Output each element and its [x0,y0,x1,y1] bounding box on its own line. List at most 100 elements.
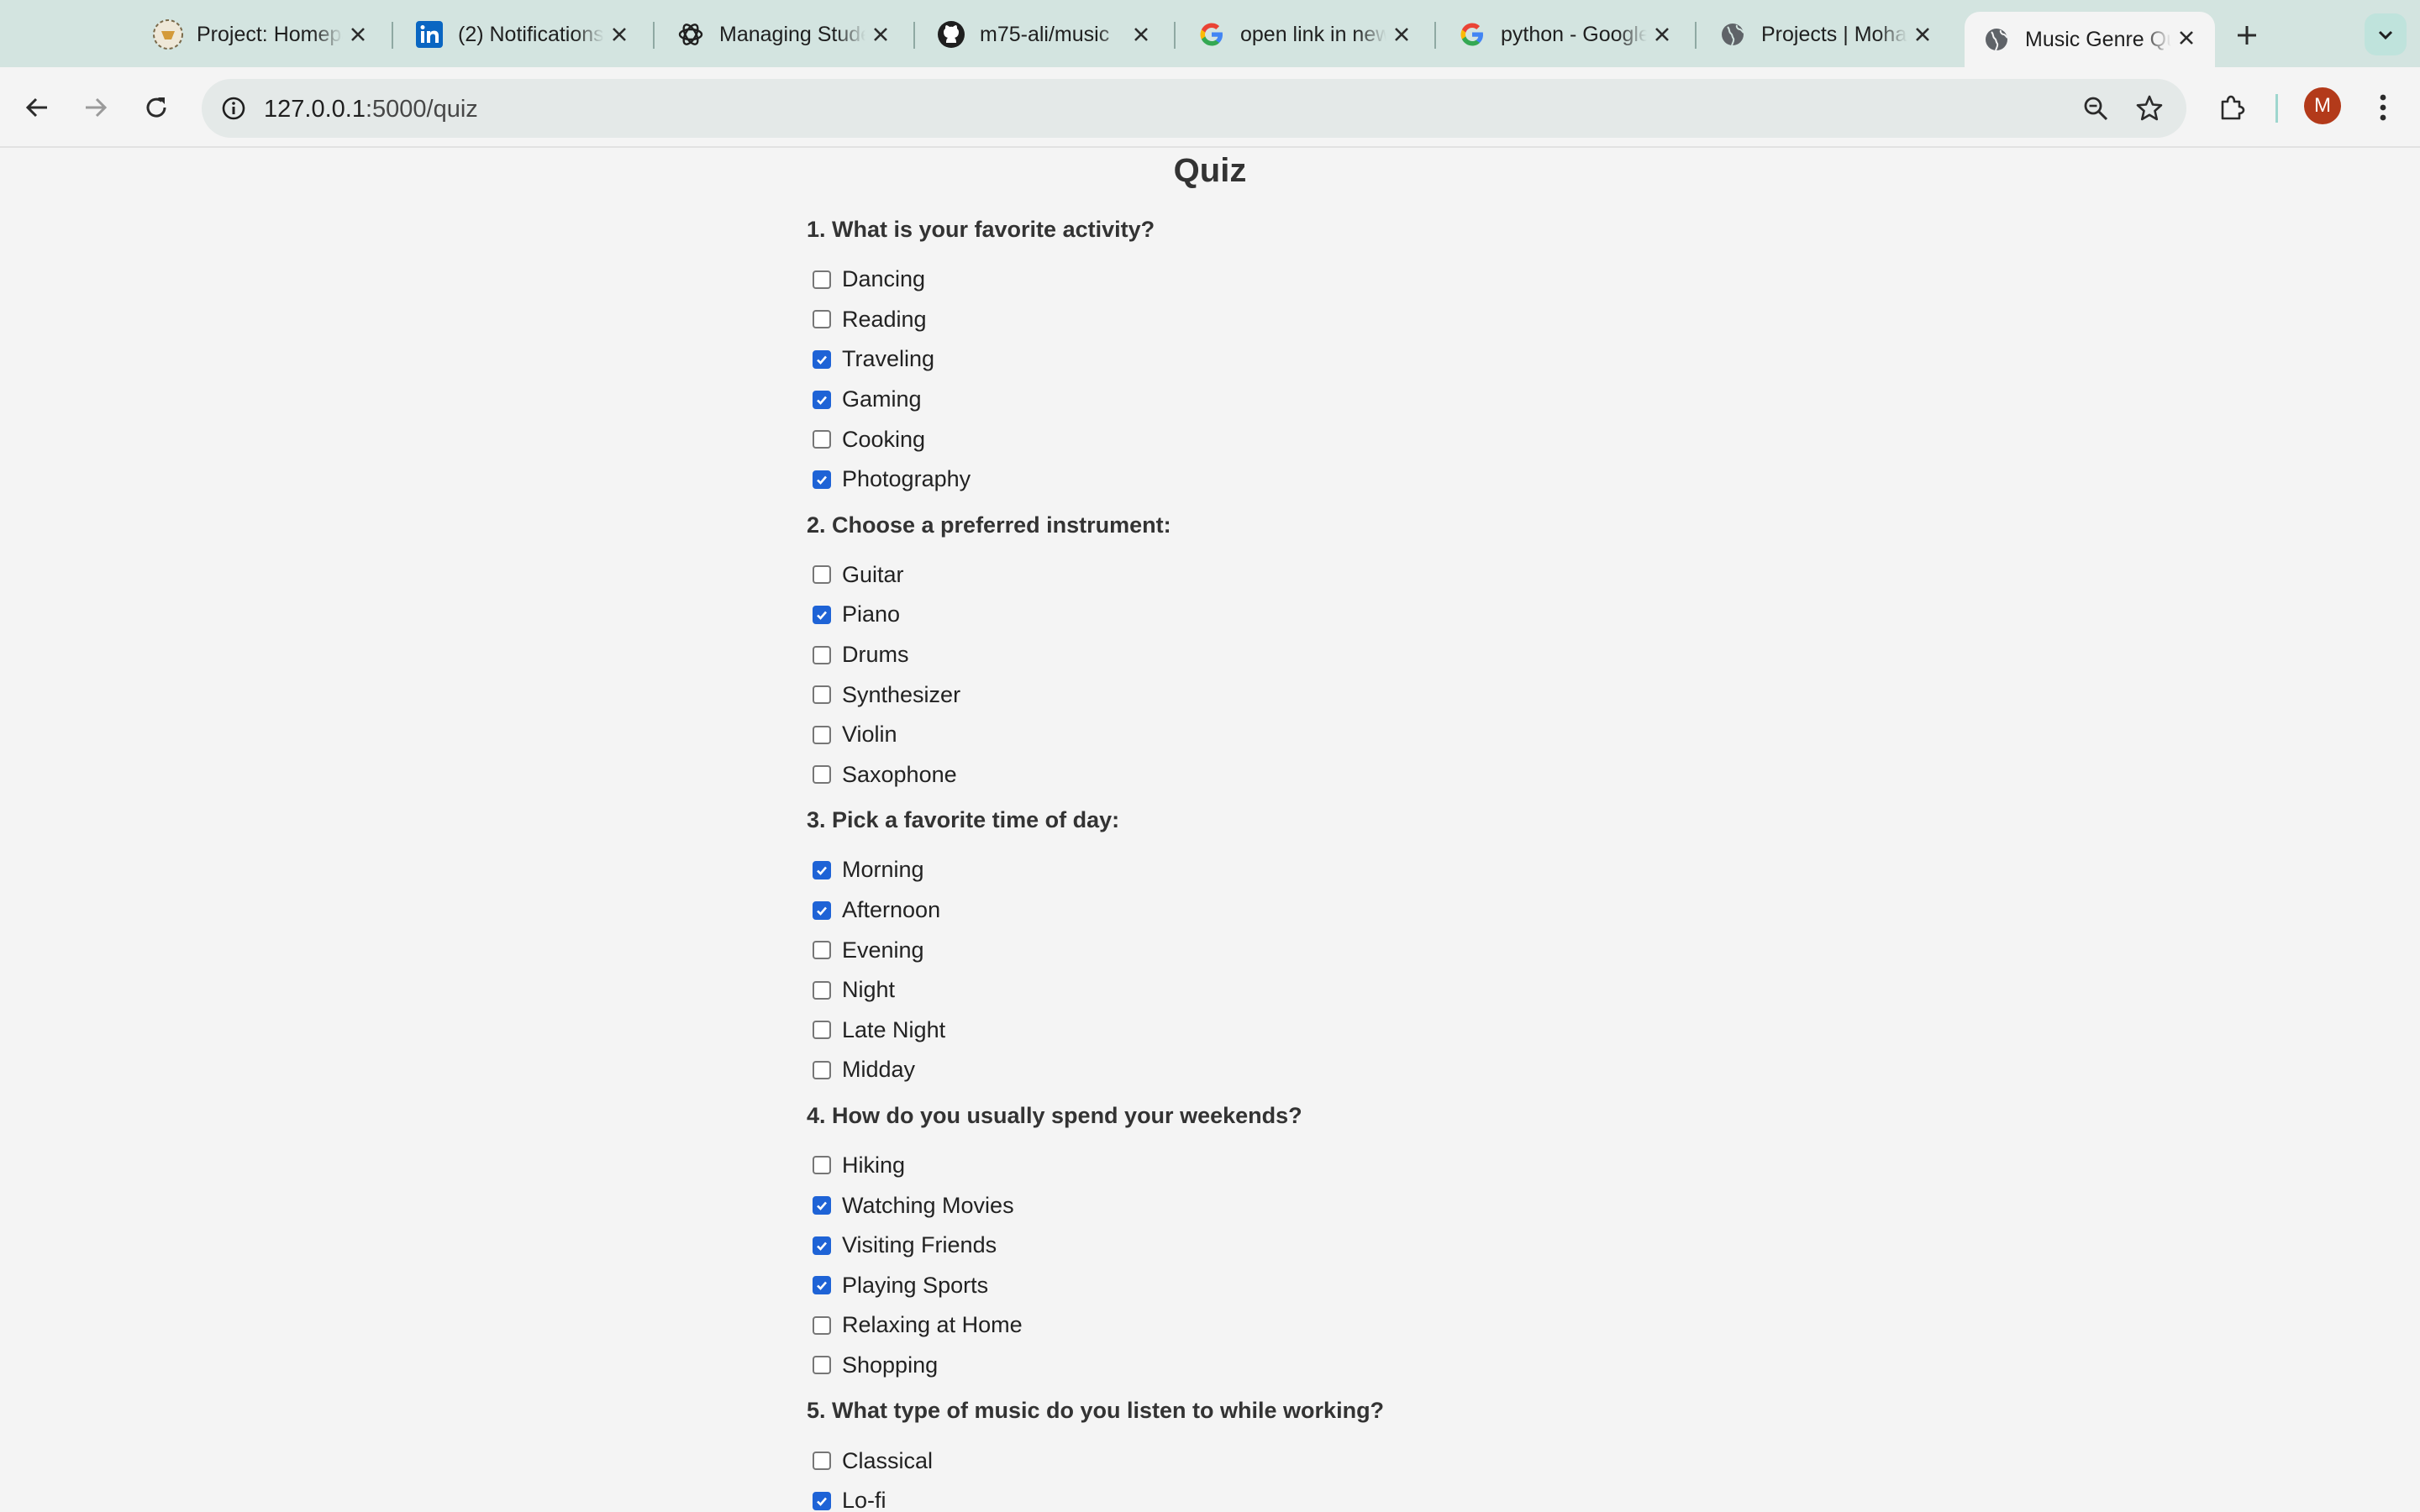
checkbox-checked[interactable] [813,1236,831,1255]
option-row[interactable]: Reading [807,300,1613,340]
checkbox[interactable] [813,270,831,289]
option-row[interactable]: Playing Sports [807,1265,1613,1305]
extensions-button[interactable] [2212,87,2252,128]
option-row[interactable]: Visiting Friends [807,1226,1613,1266]
tab-title: Managing Students [719,22,865,46]
checkbox-checked[interactable] [813,1196,831,1215]
checkbox[interactable] [813,980,831,1000]
back-button[interactable] [17,87,57,128]
option-row[interactable]: Synthesizer [807,675,1613,715]
option-row[interactable]: Morning [807,850,1613,890]
checkbox-checked[interactable] [813,390,831,409]
checkbox[interactable] [813,1021,831,1040]
option-row[interactable]: Afternoon [807,890,1613,931]
checkbox-checked[interactable] [813,470,831,489]
reload-button[interactable] [136,87,176,128]
tab-6[interactable]: python - Google Search [1430,10,1691,59]
option-row[interactable]: Watching Movies [807,1185,1613,1226]
tab-5[interactable]: open link in new tab [1170,10,1430,59]
checkbox[interactable] [813,1156,831,1175]
new-tab-button[interactable] [2228,17,2265,54]
checkmark-icon [817,475,827,485]
browser-menu-button[interactable] [2363,87,2403,128]
close-icon[interactable] [1129,23,1153,46]
close-icon[interactable] [869,23,892,46]
checkbox[interactable] [813,941,831,960]
site-info-button[interactable] [213,88,254,129]
option-row[interactable]: Gaming [807,380,1613,420]
globe-icon [1716,18,1749,51]
option-label: Visiting Friends [842,1232,997,1258]
tab-3[interactable]: Managing Students [649,10,909,59]
tab-2[interactable]: (2) Notifications [387,10,648,59]
option-row[interactable]: Lo-fi [807,1481,1613,1512]
option-row[interactable]: Shopping [807,1346,1613,1386]
close-icon[interactable] [608,23,631,46]
close-icon[interactable] [346,23,370,46]
tab-8-active[interactable]: Music Genre Quiz [1965,12,2215,67]
checkbox[interactable] [813,725,831,744]
tab-4[interactable]: m75-ali/music [909,10,1170,59]
checkmark-icon [817,396,827,405]
toolbar-divider [2275,94,2278,123]
checkbox-checked[interactable] [813,900,831,920]
close-icon[interactable] [1650,23,1674,46]
checkbox[interactable] [813,430,831,449]
option-label: Traveling [842,346,935,372]
url-text[interactable]: 127.0.0.1:5000/quiz [264,96,478,123]
address-bar[interactable]: 127.0.0.1:5000/quiz [202,79,2186,138]
checkbox[interactable] [813,1356,831,1375]
option-row[interactable]: Photography [807,459,1613,500]
checkbox-checked[interactable] [813,605,831,624]
checkbox[interactable] [813,1452,831,1471]
question-label: 4. How do you usually spend your weekend… [807,1102,1302,1128]
option-row[interactable]: Classical [807,1441,1613,1481]
tab-1[interactable]: Project: Homepage [126,10,387,59]
checkbox[interactable] [813,565,831,585]
option-row[interactable]: Traveling [807,339,1613,380]
forward-button[interactable] [76,87,116,128]
option-row[interactable]: Violin [807,715,1613,755]
option-row[interactable]: Piano [807,595,1613,635]
github-icon [934,18,968,51]
checkmark-icon [817,611,827,620]
option-label: Classical [842,1447,934,1473]
question-label: 3. Pick a favorite time of day: [807,807,1120,833]
checkmark-icon [817,866,827,875]
option-label: Late Night [842,1016,946,1042]
profile-avatar[interactable]: M [2304,87,2341,124]
checkbox-checked[interactable] [813,1276,831,1295]
option-row[interactable]: Hiking [807,1146,1613,1186]
option-row[interactable]: Relaxing at Home [807,1305,1613,1346]
option-row[interactable]: Cooking [807,419,1613,459]
tab-7[interactable]: Projects | Mohammed [1691,10,1951,59]
tab-search-button[interactable] [2365,13,2407,55]
option-row[interactable]: Dancing [807,260,1613,300]
checkbox-checked[interactable] [813,860,831,879]
option-row[interactable]: Night [807,970,1613,1011]
bookmark-button[interactable] [2129,88,2170,129]
option-row[interactable]: Guitar [807,555,1613,596]
checkbox-checked[interactable] [813,1491,831,1510]
close-icon[interactable] [1911,23,1934,46]
reload-icon [146,97,166,118]
option-label: Dancing [842,266,926,292]
option-row[interactable]: Drums [807,635,1613,675]
question-label: 1. What is your favorite activity? [807,217,1155,242]
close-icon[interactable] [2175,26,2198,50]
checkbox[interactable] [813,1315,831,1335]
zoom-button[interactable] [2075,88,2116,129]
option-label: Piano [842,601,901,627]
checkbox[interactable] [813,685,831,705]
option-row[interactable]: Evening [807,930,1613,970]
checkbox[interactable] [813,765,831,785]
url-path: :5000/quiz [365,96,478,123]
close-icon[interactable] [1390,23,1413,46]
checkbox[interactable] [813,645,831,664]
option-row[interactable]: Saxophone [807,755,1613,795]
checkbox-checked[interactable] [813,349,831,369]
option-row[interactable]: Midday [807,1050,1613,1090]
checkbox[interactable] [813,310,831,329]
option-row[interactable]: Late Night [807,1011,1613,1051]
checkbox[interactable] [813,1060,831,1079]
